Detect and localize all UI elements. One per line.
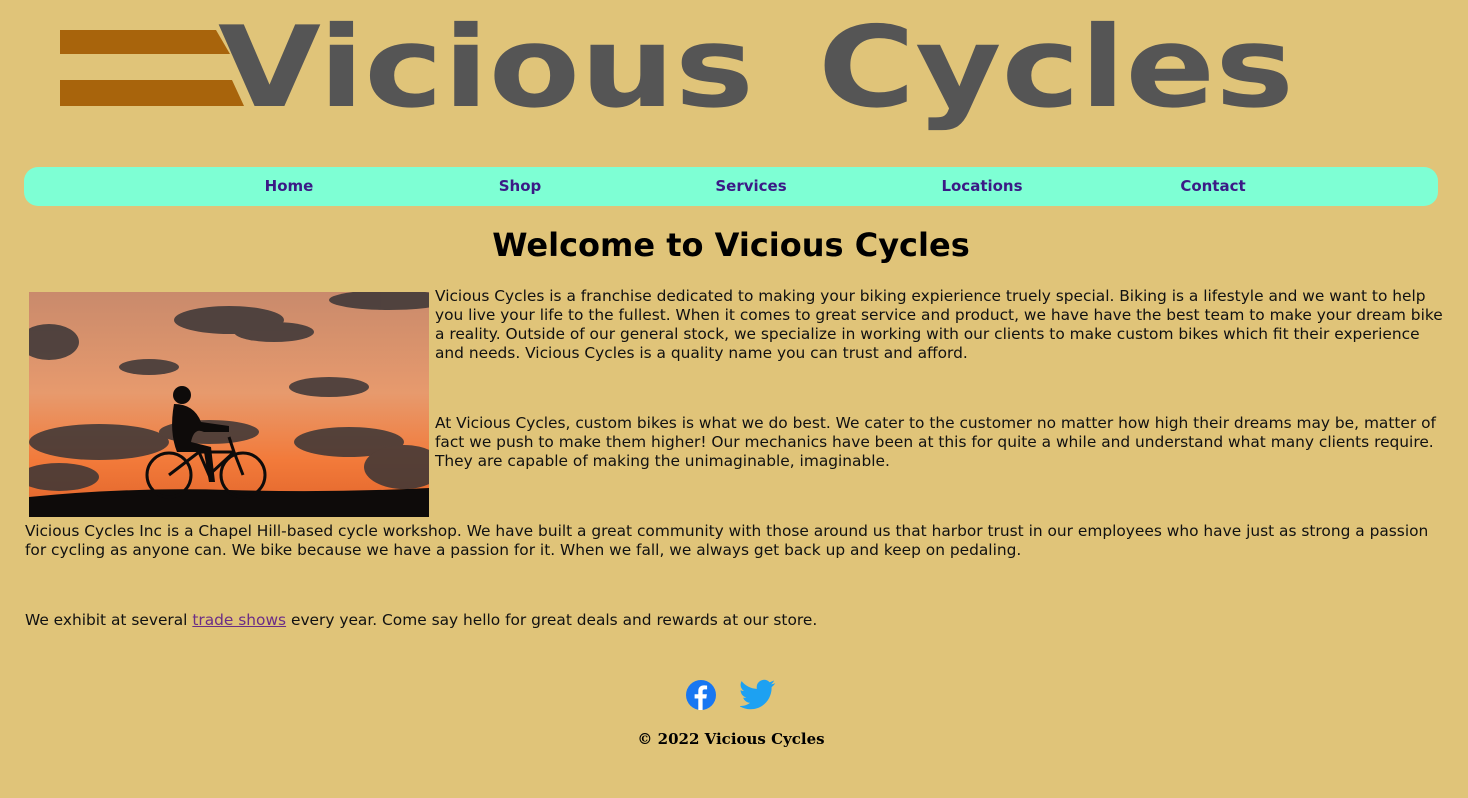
nav-shop-link[interactable]: Shop (440, 167, 600, 206)
hero-image-cyclist-sunset (19, 290, 449, 517)
facebook-icon[interactable] (685, 679, 717, 711)
about-paragraph: Vicious Cycles Inc is a Chapel Hill-base… (25, 522, 1429, 559)
logo-word-cycles: Cycles (818, 14, 1294, 133)
logo-graphic: Vicious Cycles (60, 14, 1294, 133)
copyright-text: © 2022 Vicious Cycles (637, 730, 825, 748)
nav-locations-link[interactable]: Locations (902, 167, 1062, 206)
trade-shows-paragraph: We exhibit at several trade shows every … (25, 611, 1450, 630)
nav-services-link[interactable]: Services (671, 167, 831, 206)
main-nav: Home Shop Services Locations Contact (24, 167, 1438, 206)
intro-paragraph: Vicious Cycles is a franchise dedicated … (435, 287, 1443, 362)
trade-shows-text-before: We exhibit at several (25, 611, 193, 629)
nav-home-link[interactable]: Home (209, 167, 369, 206)
logo-stripe-bottom (60, 80, 244, 106)
trade-shows-link[interactable]: trade shows (192, 611, 286, 629)
logo-word-vicious: Vicious (218, 14, 754, 133)
trade-shows-text-after: every year. Come say hello for great dea… (286, 611, 818, 629)
twitter-icon[interactable] (739, 679, 776, 711)
site-logo: Vicious Cycles (58, 14, 1298, 138)
page-title: Welcome to Vicious Cycles (492, 226, 970, 264)
custom-bikes-paragraph: At Vicious Cycles, custom bikes is what … (435, 414, 1436, 470)
logo-stripe-top (60, 30, 230, 54)
nav-contact-link[interactable]: Contact (1133, 167, 1293, 206)
